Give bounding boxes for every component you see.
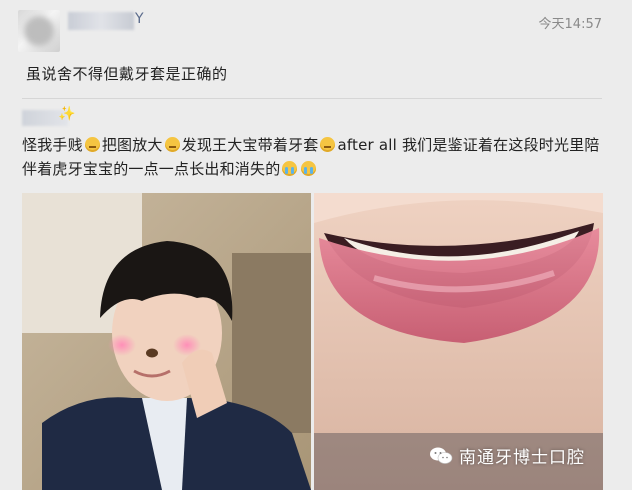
grimace-emoji-icon (164, 137, 180, 152)
reply-segment-1: 怪我手贱 (22, 136, 83, 154)
watermark: 南通牙博士口腔 (429, 443, 585, 468)
reply-text: 怪我手贱 把图放大 发现王大宝带着牙套 after all 我们是鉴证着在这段时光里陪… (22, 133, 610, 181)
sparkle-icon: ✨ (58, 106, 76, 122)
poster-username-blurred[interactable] (68, 12, 134, 30)
poster-avatar[interactable] (18, 10, 60, 52)
crying-emoji-icon (301, 161, 317, 176)
crying-emoji-icon (282, 161, 298, 176)
reply-segment-2: 把图放大 (101, 136, 163, 154)
wechat-icon (430, 447, 453, 464)
sweat-emoji-icon (84, 137, 100, 152)
relieved-emoji-icon (320, 137, 336, 152)
photo-boy-selfie[interactable] (22, 193, 311, 490)
reply-segment-3: 发现王大宝带着牙套 (181, 136, 319, 154)
divider (22, 98, 602, 99)
poster-username-suffix[interactable]: Y (135, 11, 144, 27)
watermark-text: 南通牙博士口腔 (459, 448, 585, 468)
original-post-text: 虽说舍不得但戴牙套是正确的 (26, 65, 228, 83)
post-timestamp: 今天14:57 (538, 17, 602, 32)
photo-grid: 南通牙博士口腔 (22, 193, 603, 490)
